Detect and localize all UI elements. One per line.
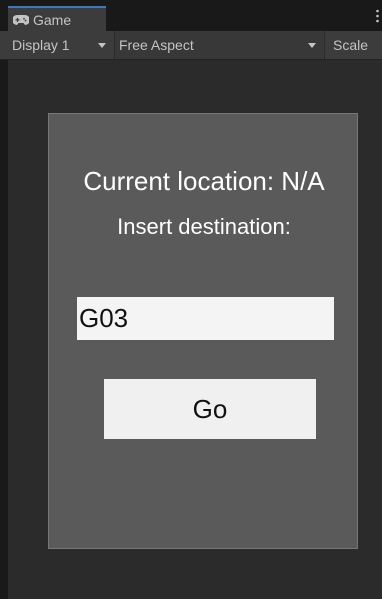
kebab-menu-icon[interactable] xyxy=(376,9,379,23)
chevron-down-icon xyxy=(98,43,106,48)
game-toolbar: Display 1 Free Aspect Scale xyxy=(0,31,382,60)
aspect-dropdown-value: Free Aspect xyxy=(119,37,194,53)
tab-strip: Game xyxy=(0,0,382,31)
game-viewport: Current location: N/A Insert destination… xyxy=(8,60,382,599)
current-location-text: Current location: N/A xyxy=(83,166,325,196)
tab-label: Game xyxy=(33,11,72,28)
display-dropdown-value: Display 1 xyxy=(12,37,70,53)
aspect-dropdown[interactable]: Free Aspect xyxy=(114,31,323,59)
scale-label-text: Scale xyxy=(333,37,369,53)
go-button[interactable]: Go xyxy=(104,379,316,439)
gamepad-icon xyxy=(13,14,29,25)
scale-label[interactable]: Scale xyxy=(324,31,382,59)
unity-game-window: Game Display 1 Free Aspect Scale Current… xyxy=(0,0,382,599)
navigation-panel: Current location: N/A Insert destination… xyxy=(48,113,358,549)
tab-game[interactable]: Game xyxy=(8,6,106,31)
display-dropdown[interactable]: Display 1 xyxy=(8,31,114,59)
destination-label: Insert destination: xyxy=(117,214,291,239)
chevron-down-icon xyxy=(308,43,316,48)
destination-input[interactable] xyxy=(77,297,334,340)
